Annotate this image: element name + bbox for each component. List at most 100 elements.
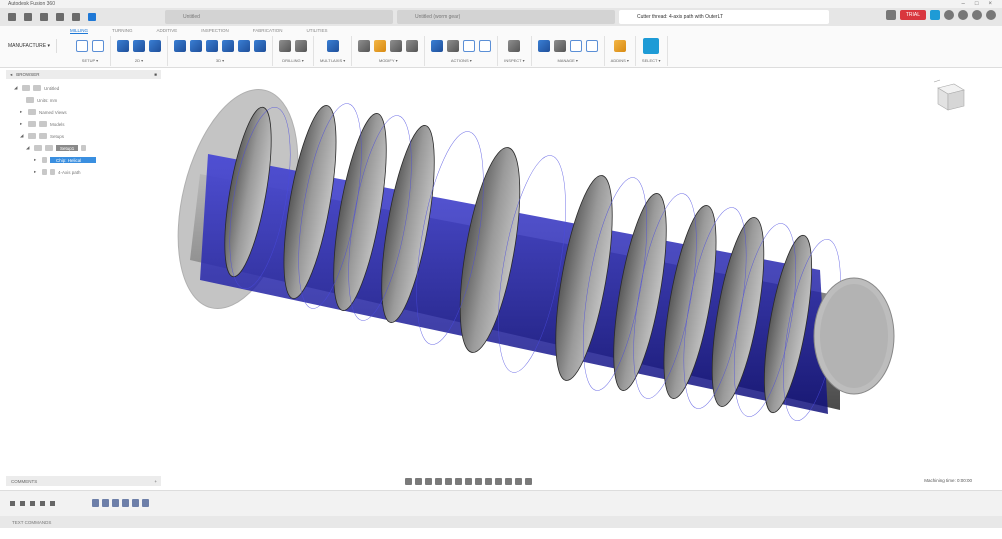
tab-document-1[interactable]: Untitled (165, 10, 393, 24)
2d-adaptive-icon[interactable] (117, 40, 129, 52)
play-icon[interactable] (30, 501, 35, 506)
setup-sheet-icon[interactable] (463, 40, 476, 52)
fit-icon[interactable] (445, 478, 452, 485)
measure-icon[interactable] (406, 40, 419, 52)
eye-icon[interactable] (28, 121, 36, 127)
workspace-switcher[interactable]: MANUFACTURE ▾ (8, 39, 57, 53)
tree-node-units[interactable]: Units: mm (14, 94, 164, 106)
group-multi-axis[interactable]: MULTI-AXIS ▾ (314, 36, 353, 66)
select-cursor-icon[interactable] (643, 38, 660, 54)
comments-panel[interactable]: COMMENTS + (6, 476, 161, 486)
tab-document-active[interactable]: Cutter thread: 4-axis path with OuterLT (619, 10, 829, 24)
tree-node-setups[interactable]: ◢ Setups (14, 130, 164, 142)
display-settings-icon[interactable] (455, 478, 462, 485)
zoom-icon[interactable] (435, 478, 442, 485)
minimize-icon[interactable]: – (962, 1, 965, 7)
group-setup[interactable]: SETUP ▾ (70, 36, 111, 66)
stock-display-icon[interactable] (505, 478, 512, 485)
collapse-arrow-icon[interactable]: ◢ (20, 133, 25, 139)
scripts-addins-icon[interactable] (613, 40, 626, 52)
tree-node-setup1[interactable]: ◢ Setup1 (14, 142, 164, 154)
expand-arrow-icon[interactable]: ▸ (20, 121, 25, 127)
group-3d[interactable]: 3D ▾ (168, 36, 273, 66)
setup-icon[interactable] (76, 40, 88, 52)
tree-node-models[interactable]: ▸ Models (14, 118, 164, 130)
text-commands-bar[interactable]: TEXT COMMANDS (0, 516, 1002, 528)
collapse-arrow-icon[interactable]: ◢ (26, 145, 31, 151)
steep-shallow-icon[interactable] (206, 40, 218, 52)
3d-viewport[interactable] (160, 74, 920, 474)
timeline-feature-icon[interactable] (112, 499, 119, 507)
tool-display-icon[interactable] (515, 478, 522, 485)
hole-recognition-icon[interactable] (295, 40, 307, 52)
tab-turning[interactable]: TURNING (112, 28, 133, 34)
tab-milling[interactable]: MILLING (70, 28, 89, 34)
camera-icon[interactable] (525, 478, 532, 485)
timeline-feature-icon[interactable] (132, 499, 139, 507)
swarf-icon[interactable] (326, 40, 339, 52)
tab-document-2[interactable]: Untitled (worm gear) (397, 10, 615, 24)
file-icon[interactable] (24, 13, 32, 21)
parallel-icon[interactable] (254, 40, 266, 52)
grid-menu-icon[interactable] (8, 13, 16, 21)
eye-icon[interactable] (34, 145, 42, 151)
nc-program-icon[interactable] (479, 40, 492, 52)
eye-icon[interactable] (28, 133, 36, 139)
move-icon[interactable] (374, 40, 387, 52)
toolpath-edit-icon[interactable] (358, 40, 371, 52)
tab-utilities[interactable]: UTILITIES (306, 28, 327, 34)
viewcube[interactable] (930, 78, 970, 116)
new-setup-icon[interactable] (92, 40, 104, 52)
tree-node-named-views[interactable]: ▸ Named Views (14, 106, 164, 118)
tab-inspection[interactable]: INSPECTION (201, 28, 229, 34)
group-manage[interactable]: MANAGE ▾ (532, 36, 605, 66)
eye-icon[interactable] (42, 157, 47, 163)
trim-icon[interactable] (390, 40, 403, 52)
save-icon[interactable] (40, 13, 48, 21)
add-comment-icon[interactable]: + (154, 479, 157, 484)
look-at-icon[interactable] (415, 478, 422, 485)
adaptive-clearing-icon[interactable] (174, 40, 186, 52)
probe-icon[interactable] (508, 40, 521, 52)
add-tab-icon[interactable] (885, 10, 896, 20)
tree-node-operation-1[interactable]: ▸ Chip: Helical (14, 154, 164, 166)
extensions-icon[interactable] (930, 10, 940, 20)
orbit-icon[interactable] (405, 478, 412, 485)
close-icon[interactable]: × (988, 1, 992, 7)
job-status-icon[interactable] (944, 10, 954, 20)
collapse-arrow-icon[interactable]: ◢ (14, 85, 19, 91)
group-select[interactable]: SELECT ▾ (636, 36, 668, 66)
user-avatar[interactable] (986, 10, 996, 20)
machine-library-icon[interactable] (585, 40, 598, 52)
rewind-icon[interactable] (10, 501, 15, 506)
eye-icon[interactable] (42, 169, 47, 175)
pin-icon[interactable]: ■ (154, 72, 157, 77)
tool-library-icon[interactable] (537, 40, 550, 52)
drill-icon[interactable] (279, 40, 291, 52)
eye-icon[interactable] (22, 85, 30, 91)
group-inspect[interactable]: INSPECT ▾ (498, 36, 532, 66)
tree-node-root[interactable]: ◢ Untitled (14, 82, 164, 94)
pocket-clearing-icon[interactable] (190, 40, 202, 52)
fast-forward-icon[interactable] (50, 501, 55, 506)
timeline-feature-icon[interactable] (102, 499, 109, 507)
contour-icon[interactable] (238, 40, 250, 52)
undo-icon[interactable] (56, 13, 64, 21)
group-modify[interactable]: MODIFY ▾ (352, 36, 426, 66)
trial-button[interactable]: TRIAL (899, 10, 926, 20)
simulate-icon[interactable] (431, 40, 444, 52)
post-library-icon[interactable] (569, 40, 582, 52)
data-panel-icon[interactable] (88, 13, 96, 21)
expand-arrow-icon[interactable]: ▸ (34, 169, 39, 175)
notifications-icon[interactable] (958, 10, 968, 20)
pan-icon[interactable] (425, 478, 432, 485)
group-actions[interactable]: ACTIONS ▾ (425, 36, 499, 66)
tree-node-operation-2[interactable]: ▸ 4-Axis path (14, 166, 164, 178)
step-back-icon[interactable] (20, 501, 25, 506)
face-icon[interactable] (149, 40, 161, 52)
redo-icon[interactable] (72, 13, 80, 21)
scallop-icon[interactable] (222, 40, 234, 52)
browser-header[interactable]: ◂ BROWSER ■ (6, 70, 161, 79)
timeline-feature-icon[interactable] (92, 499, 99, 507)
viewports-icon[interactable] (475, 478, 482, 485)
